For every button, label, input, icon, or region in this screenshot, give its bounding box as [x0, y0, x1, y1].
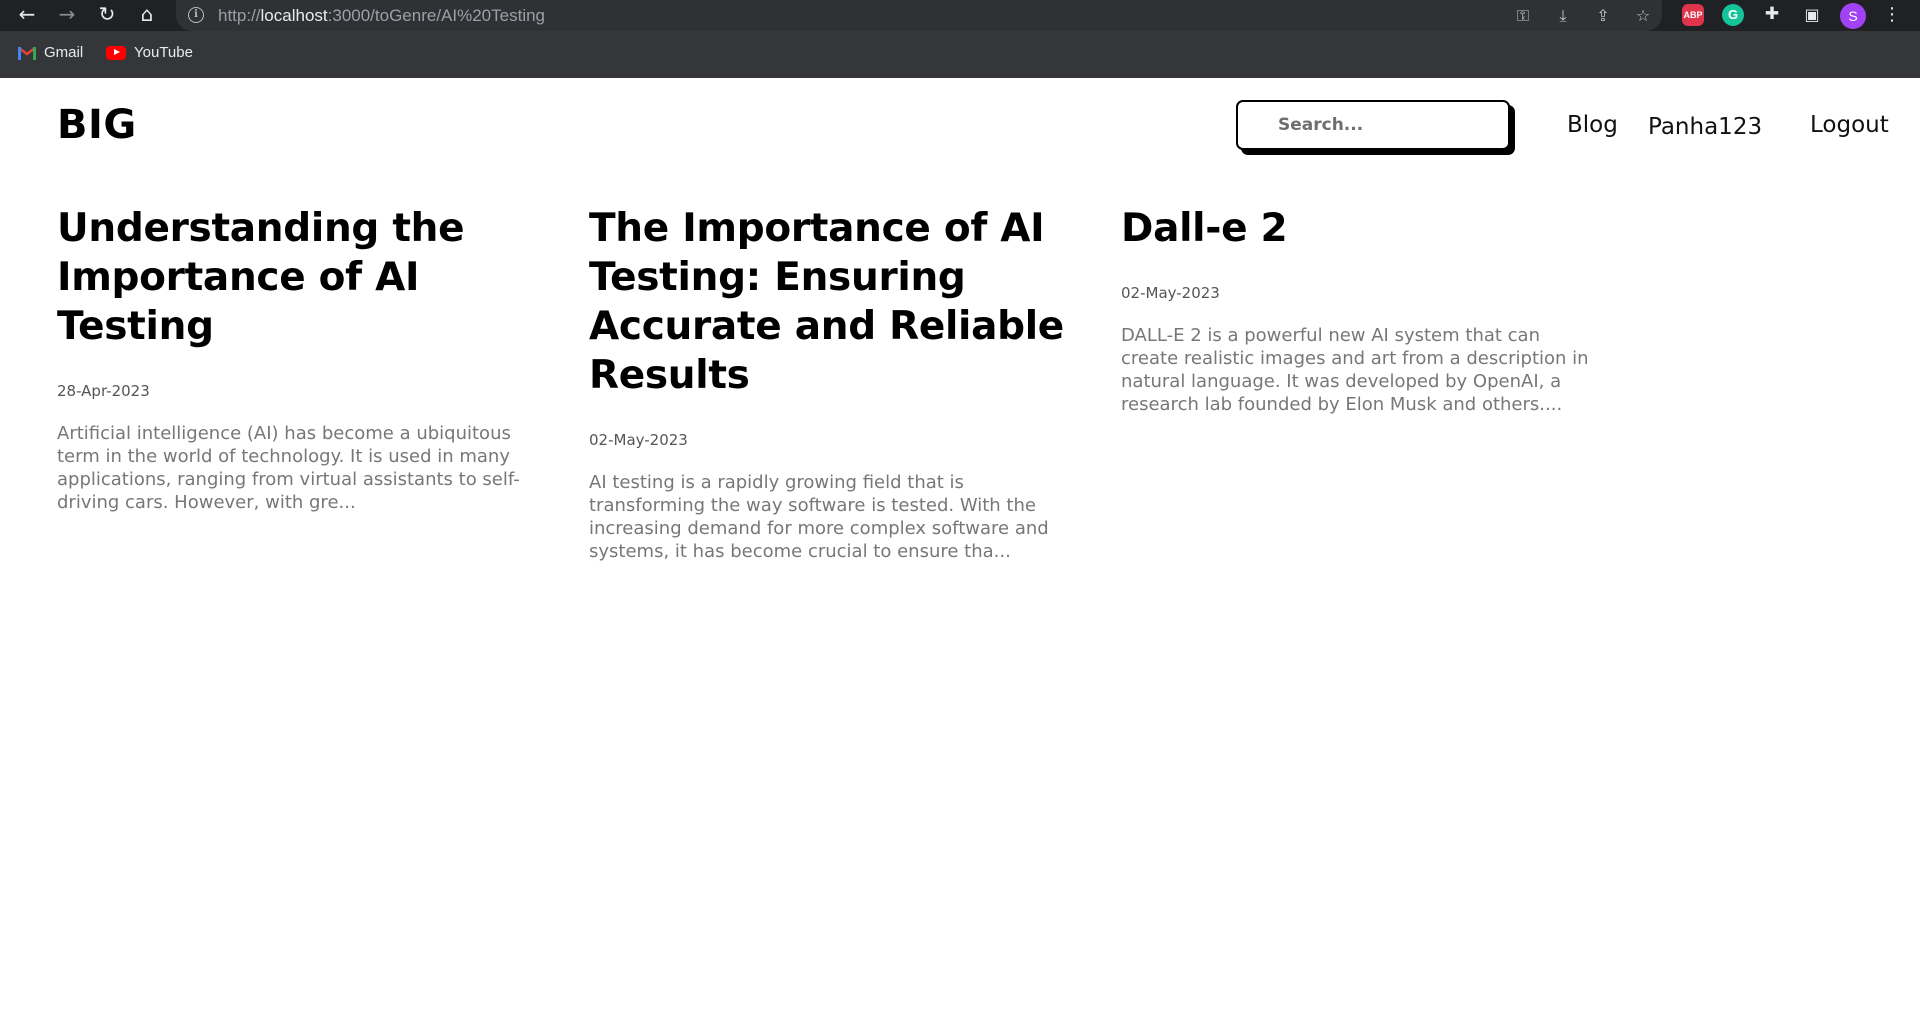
gmail-icon	[18, 46, 36, 60]
browser-menu-icon[interactable]: ⋮	[1882, 0, 1902, 31]
post-excerpt: AI testing is a rapidly growing field th…	[589, 472, 1049, 562]
post-title[interactable]: The Importance of AI Testing: Ensuring A…	[589, 204, 1079, 400]
bookmark-gmail[interactable]: Gmail	[18, 44, 83, 61]
url-path: :3000/toGenre/AI%20Testing	[327, 6, 546, 25]
page-content: BIG Blog Panha123 Logout Understanding t…	[0, 78, 1920, 1029]
post-card: Dall-e 2 02-May-2023 DALL-E 2 is a power…	[1121, 204, 1611, 416]
youtube-icon	[106, 45, 126, 60]
post-date: 02-May-2023	[1121, 284, 1220, 302]
adblock-extension-icon[interactable]: ABP	[1682, 4, 1704, 26]
bookmark-star-icon[interactable]: ☆	[1630, 6, 1656, 25]
install-icon[interactable]: ⤓	[1550, 6, 1576, 26]
post-card: Understanding the Importance of AI Testi…	[57, 204, 547, 514]
nav-user-link[interactable]: Panha123	[1648, 114, 1762, 140]
browser-toolbar: ← → ↻ ⌂ i http://localhost:3000/toGenre/…	[0, 0, 1920, 31]
post-title[interactable]: Dall-e 2	[1121, 204, 1611, 253]
bookmark-gmail-label: Gmail	[44, 44, 84, 61]
url-scheme: http://	[218, 6, 261, 25]
forward-icon[interactable]: →	[51, 0, 83, 31]
profile-avatar[interactable]: S	[1840, 3, 1866, 29]
search-box	[1236, 100, 1515, 155]
home-icon[interactable]: ⌂	[131, 0, 163, 31]
post-excerpt: DALL-E 2 is a powerful new AI system tha…	[1121, 325, 1589, 415]
url-host: localhost	[260, 6, 328, 25]
address-bar[interactable]: i http://localhost:3000/toGenre/AI%20Tes…	[176, 0, 1662, 31]
site-logo[interactable]: BIG	[57, 102, 137, 148]
reload-icon[interactable]: ↻	[91, 0, 123, 31]
bookmark-youtube[interactable]: YouTube	[106, 44, 193, 61]
post-title[interactable]: Understanding the Importance of AI Testi…	[57, 204, 547, 351]
post-date: 02-May-2023	[589, 431, 688, 449]
extensions-puzzle-icon[interactable]: ✚	[1756, 0, 1788, 31]
post-card: The Importance of AI Testing: Ensuring A…	[589, 204, 1079, 563]
share-icon[interactable]: ⇪	[1590, 6, 1616, 25]
bookmarks-bar: Gmail YouTube	[0, 31, 1920, 79]
search-input[interactable]	[1236, 100, 1510, 150]
key-icon[interactable]: ⚿	[1510, 6, 1536, 26]
nav-logout-link[interactable]: Logout	[1810, 112, 1889, 138]
post-date: 28-Apr-2023	[57, 382, 150, 400]
bookmark-youtube-label: YouTube	[134, 44, 193, 61]
back-icon[interactable]: ←	[11, 0, 43, 31]
post-excerpt: Artificial intelligence (AI) has become …	[57, 423, 520, 513]
grammarly-extension-icon[interactable]: G	[1722, 4, 1744, 26]
site-info-icon[interactable]: i	[188, 7, 204, 23]
address-url[interactable]: http://localhost:3000/toGenre/AI%20Testi…	[218, 6, 545, 26]
nav-blog-link[interactable]: Blog	[1567, 112, 1618, 138]
side-panel-icon[interactable]: ▣	[1796, 0, 1828, 31]
